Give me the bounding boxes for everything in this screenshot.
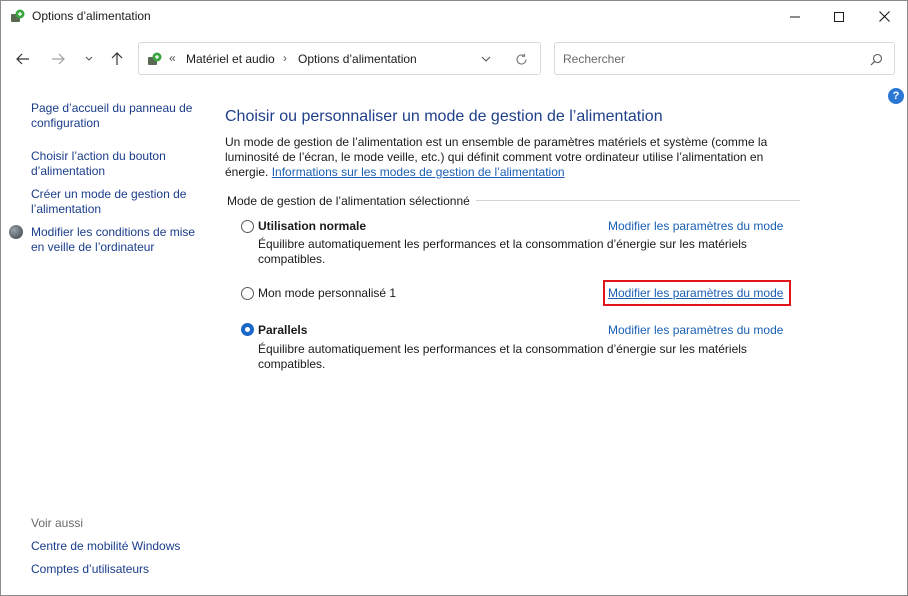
breadcrumb-separator[interactable]: › — [283, 51, 287, 65]
arrow-left-icon — [16, 53, 29, 65]
see-also-label: Voir aussi — [31, 516, 84, 530]
address-bar[interactable]: « Matériel et audio › Options d’alimenta… — [138, 42, 541, 75]
plan-name-custom-1[interactable]: Mon mode personnalisé 1 — [258, 286, 396, 300]
maximize-button[interactable] — [816, 1, 862, 32]
moon-icon — [9, 225, 23, 239]
window-title: Options d’alimentation — [32, 9, 151, 23]
plan-radio-balanced[interactable] — [241, 220, 254, 233]
chevron-down-icon — [85, 56, 93, 61]
highlight-box — [603, 280, 791, 306]
power-options-window: Options d’alimentation « Matériel et aud… — [0, 0, 908, 596]
minimize-button[interactable] — [772, 1, 818, 32]
breadcrumb-overflow[interactable]: « — [169, 51, 176, 65]
minimize-icon — [790, 16, 800, 17]
arrow-right-icon — [52, 53, 65, 65]
search-input[interactable] — [563, 51, 853, 67]
plan-radio-custom-1[interactable] — [241, 287, 254, 300]
selected-plan-group-label: Mode de gestion de l’alimentation sélect… — [227, 194, 476, 208]
forward-button[interactable] — [46, 47, 70, 71]
chevron-down-icon — [481, 56, 491, 62]
navigation-bar: « Matériel et audio › Options d’alimenta… — [1, 32, 907, 86]
breadcrumb-power-options[interactable]: Options d’alimentation — [298, 52, 417, 66]
plan-settings-link-balanced[interactable]: Modifier les paramètres du mode — [608, 219, 783, 233]
sidebar-link-create-power-plan[interactable]: Créer un mode de gestion de l’alimentati… — [31, 187, 206, 217]
close-button[interactable] — [861, 1, 907, 32]
up-button[interactable] — [105, 47, 129, 71]
search-box[interactable] — [554, 42, 895, 75]
refresh-button[interactable] — [512, 50, 530, 68]
sidebar-link-power-button-action[interactable]: Choisir l’action du bouton d’alimentatio… — [31, 149, 206, 179]
search-icon[interactable] — [868, 51, 884, 67]
sidebar-link-mobility-center[interactable]: Centre de mobilité Windows — [31, 539, 211, 554]
arrow-up-icon — [111, 52, 123, 65]
plan-description-balanced: Équilibre automatiquement les performanc… — [258, 237, 747, 266]
sidebar-link-user-accounts[interactable]: Comptes d’utilisateurs — [31, 562, 211, 577]
address-dropdown-button[interactable] — [477, 50, 495, 68]
breadcrumb-hardware-sound[interactable]: Matériel et audio — [186, 52, 275, 66]
power-plans-info-link[interactable]: Informations sur les modes de gestion de… — [272, 165, 565, 179]
plan-radio-parallels[interactable] — [241, 323, 254, 336]
title-bar: Options d’alimentation — [1, 1, 907, 32]
sidebar-link-sleep-settings[interactable]: Modifier les conditions de mise en veill… — [31, 225, 211, 255]
close-icon — [878, 11, 890, 22]
back-button[interactable] — [11, 47, 35, 71]
recent-locations-button[interactable] — [77, 47, 101, 71]
sidebar-link-control-panel-home[interactable]: Page d’accueil du panneau de configurati… — [31, 101, 206, 131]
control-panel-icon — [148, 52, 162, 65]
page-description: Un mode de gestion de l’alimentation est… — [225, 135, 785, 180]
refresh-icon — [515, 53, 527, 65]
plan-name-parallels[interactable]: Parallels — [258, 323, 307, 337]
maximize-icon — [834, 11, 844, 22]
plan-description-parallels: Équilibre automatiquement les performanc… — [258, 342, 747, 371]
plan-settings-link-parallels[interactable]: Modifier les paramètres du mode — [608, 323, 783, 337]
help-button[interactable]: ? — [888, 88, 904, 104]
page-title: Choisir ou personnaliser un mode de gest… — [225, 108, 663, 125]
plan-name-balanced[interactable]: Utilisation normale — [258, 219, 366, 233]
power-options-icon — [11, 9, 25, 22]
